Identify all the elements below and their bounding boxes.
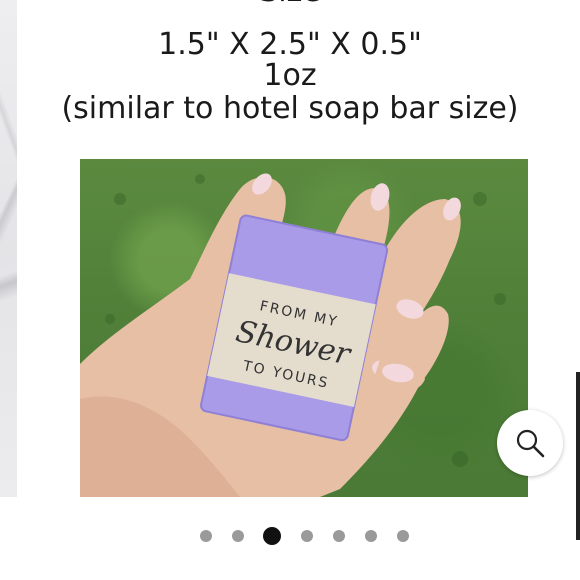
dimensions-text: 1.5" X 2.5" X 0.5" xyxy=(158,27,422,62)
carousel-dot[interactable] xyxy=(301,530,313,542)
product-photo[interactable]: FROM MY Shower TO YOURS xyxy=(80,159,528,497)
carousel-dot[interactable] xyxy=(333,530,345,542)
magnifier-icon xyxy=(516,429,545,458)
carousel-dot-active[interactable] xyxy=(263,527,281,545)
carousel-dot[interactable] xyxy=(200,530,212,542)
carousel-dot[interactable] xyxy=(365,530,377,542)
carousel-dot[interactable] xyxy=(232,530,244,542)
zoom-button[interactable] xyxy=(497,410,563,476)
carousel-dots xyxy=(0,527,580,545)
size-heading: Size xyxy=(0,0,580,8)
hand-soap-illustration: FROM MY Shower TO YOURS xyxy=(80,173,506,497)
scroll-edge xyxy=(576,372,580,540)
weight-text: 1oz xyxy=(263,58,317,93)
size-note-text: (similar to hotel soap bar size) xyxy=(61,91,519,126)
carousel-dot[interactable] xyxy=(397,530,409,542)
